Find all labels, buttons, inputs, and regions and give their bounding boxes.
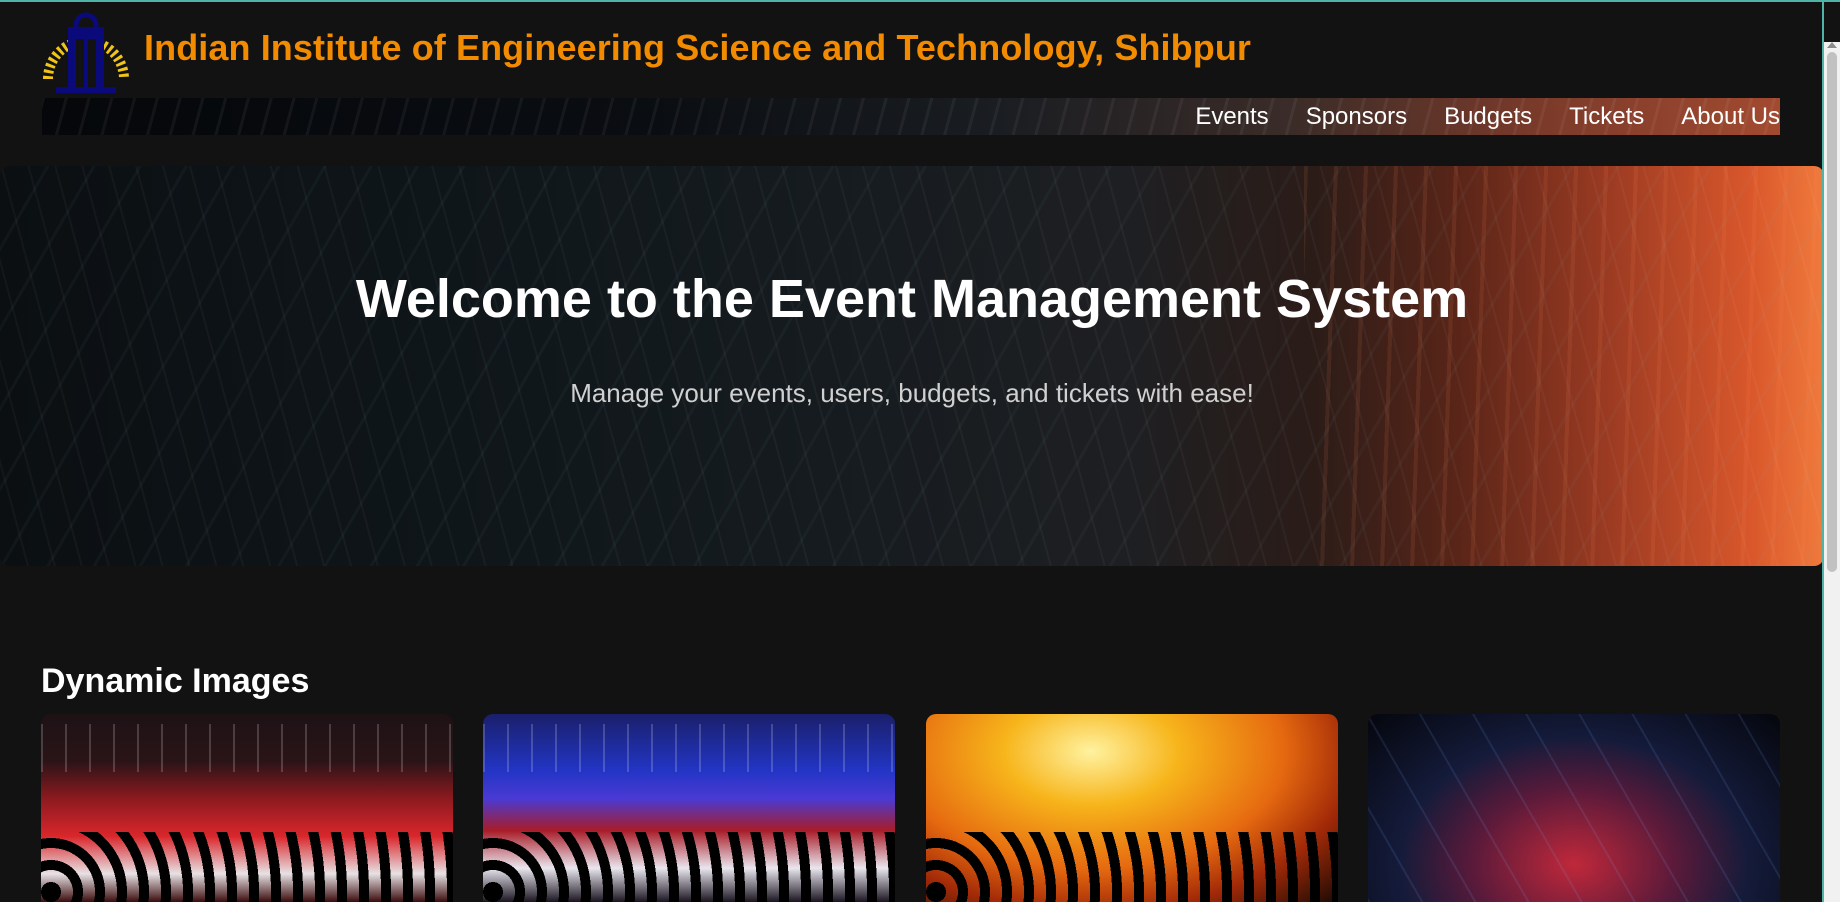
concert-image-1[interactable] (41, 714, 453, 902)
hero-title: Welcome to the Event Management System (355, 269, 1469, 329)
scroll-up-icon[interactable] (1827, 42, 1837, 48)
nav-link-sponsors[interactable]: Sponsors (1306, 103, 1407, 131)
concert-image-3[interactable] (926, 714, 1338, 902)
site-header: Indian Institute of Engineering Science … (42, 8, 1251, 98)
gallery-title: Dynamic Images (41, 662, 310, 700)
scrollbar-thumb[interactable] (1827, 52, 1837, 572)
concert-image-2[interactable] (483, 714, 895, 902)
nav-link-budgets[interactable]: Budgets (1444, 103, 1532, 131)
nav-link-events[interactable]: Events (1195, 103, 1268, 131)
nav-link-about-us[interactable]: About Us (1681, 103, 1780, 131)
concert-image-4[interactable] (1368, 714, 1780, 902)
nav-link-tickets[interactable]: Tickets (1569, 103, 1644, 131)
site-title: Indian Institute of Engineering Science … (144, 27, 1252, 68)
vertical-scrollbar[interactable] (1824, 42, 1840, 902)
hero-banner: Welcome to the Event Management System M… (0, 166, 1824, 566)
main-navbar: Events Sponsors Budgets Tickets About Us (42, 98, 1780, 135)
hero-subtitle: Manage your events, users, budgets, and … (570, 378, 1254, 408)
iiest-logo-icon[interactable] (42, 9, 130, 97)
image-gallery (41, 714, 1781, 902)
